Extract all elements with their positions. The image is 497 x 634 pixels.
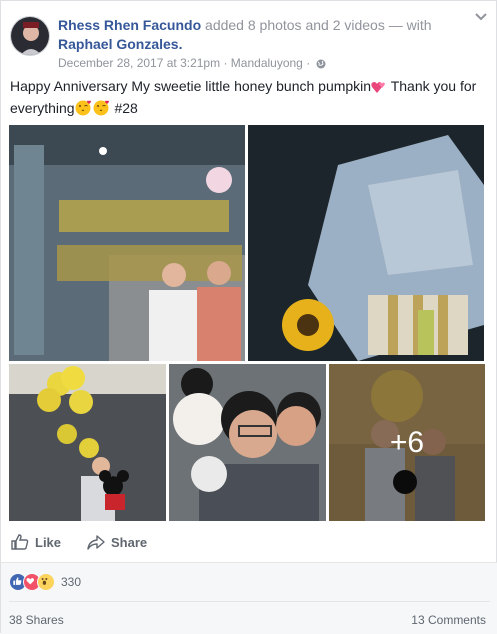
globe-icon[interactable] xyxy=(316,58,326,69)
footer-divider xyxy=(9,601,490,602)
wow-reaction-icon xyxy=(37,573,55,591)
reactions-footer: 330 38 Shares 13 Comments xyxy=(1,562,497,634)
like-label: Like xyxy=(35,534,62,550)
post-date[interactable]: December 28, 2017 at 3:21pm xyxy=(58,56,220,70)
photo-sunflower-gift[interactable] xyxy=(248,125,484,361)
photo-anniversary-balloons[interactable] xyxy=(9,125,245,361)
thumbs-up-icon xyxy=(11,534,29,550)
facebook-post: Rhess Rhen Facundo added 8 photos and 2 … xyxy=(0,0,497,634)
author-name[interactable]: Rhess Rhen Facundo xyxy=(58,17,201,33)
tagged-line: Raphael Gonzales. xyxy=(58,35,182,53)
comments-link[interactable]: 13 Comments xyxy=(411,613,486,627)
photo-more-gallery[interactable]: +6 xyxy=(329,364,485,521)
post-location[interactable]: Mandaluyong xyxy=(231,56,303,70)
reactions-summary[interactable]: 330 xyxy=(9,573,81,591)
meta-separator: · xyxy=(223,55,228,70)
tagged-person[interactable]: Raphael Gonzales. xyxy=(58,36,182,52)
action-text: added 8 photos and 2 videos — with xyxy=(205,17,432,33)
photo-selfie-mickey[interactable] xyxy=(169,364,326,521)
avatar[interactable] xyxy=(10,16,50,56)
action-bar: Like Share xyxy=(1,527,497,559)
post-text: Happy Anniversary My sweetie little hone… xyxy=(10,77,490,121)
two-hearts-emoji-icon xyxy=(371,80,387,99)
meta-separator: · xyxy=(306,55,311,70)
share-arrow-icon xyxy=(87,535,105,550)
like-button[interactable]: Like xyxy=(11,533,61,551)
shares-link[interactable]: 38 Shares xyxy=(9,613,64,627)
chevron-down-icon[interactable] xyxy=(474,11,488,21)
share-label: Share xyxy=(111,534,148,550)
more-photos-count[interactable]: +6 xyxy=(329,364,485,521)
kissing-face-emoji-icon xyxy=(93,100,111,121)
share-button[interactable]: Share xyxy=(87,533,147,551)
post-text-part3: #28 xyxy=(110,100,138,116)
reaction-count: 330 xyxy=(61,575,82,589)
kissing-face-emoji-icon xyxy=(75,100,93,121)
post-meta: December 28, 2017 at 3:21pm · Mandaluyon… xyxy=(58,55,326,70)
post-text-part1: Happy Anniversary My sweetie little hone… xyxy=(10,78,372,94)
post-header: Rhess Rhen Facundo added 8 photos and 2 … xyxy=(58,16,432,34)
photo-mickey-balloons[interactable] xyxy=(9,364,166,521)
